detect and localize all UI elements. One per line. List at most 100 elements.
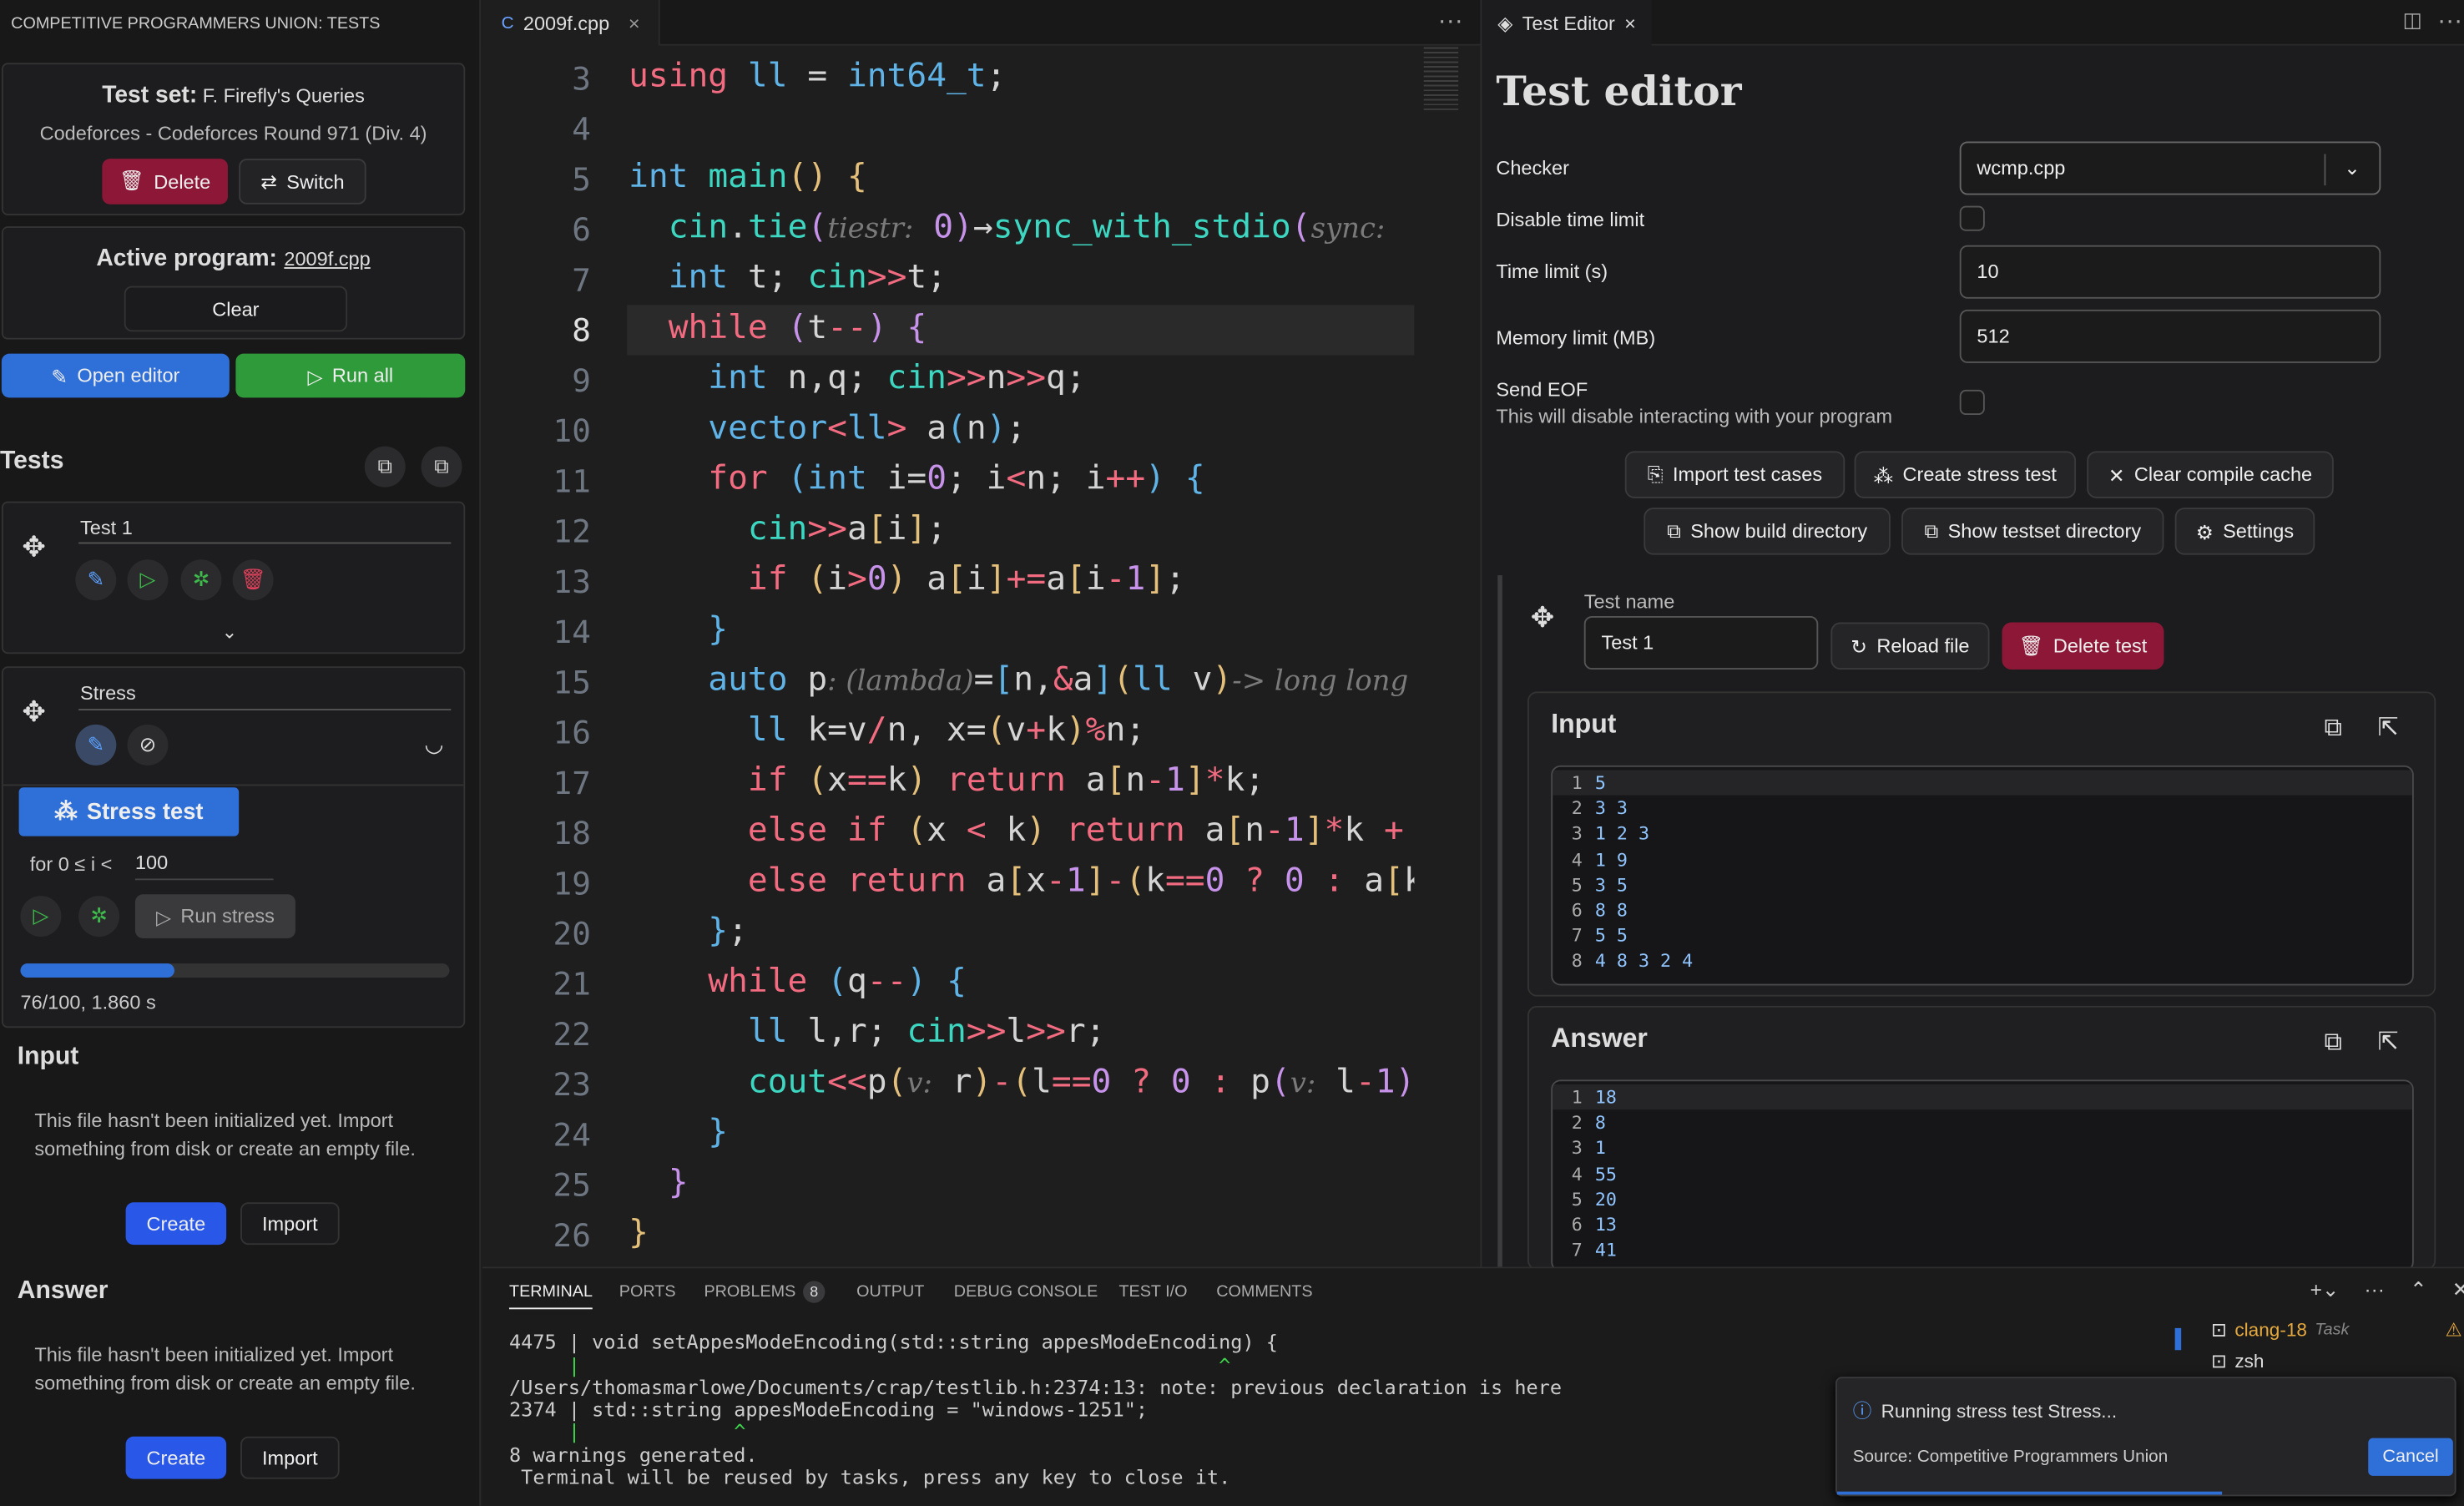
- send-eof-label: Send EOF: [1496, 378, 1588, 402]
- show-testset-label: Show testset directory: [1947, 520, 2142, 543]
- close-icon[interactable]: ×: [1624, 12, 1636, 33]
- show-testset-directory-button[interactable]: ⧉ Show testset directory: [1901, 508, 2164, 555]
- import-answer-button[interactable]: Import: [240, 1436, 340, 1479]
- panel-tab[interactable]: TERMINAL: [508, 1282, 593, 1310]
- send-eof-checkbox[interactable]: [1959, 389, 1985, 416]
- code-line: vector<ll> a(n);: [708, 408, 1027, 447]
- close-icon[interactable]: ×: [629, 12, 640, 33]
- show-build-directory-button[interactable]: ⧉ Show build directory: [1644, 508, 1891, 555]
- open-external-icon[interactable]: ⇱: [2378, 712, 2399, 744]
- copy-icon[interactable]: ⧉: [2325, 715, 2343, 744]
- panel-tab[interactable]: OUTPUT: [856, 1282, 924, 1301]
- maximize-icon[interactable]: ⌃: [2410, 1278, 2427, 1303]
- pencil-icon: ✎: [51, 365, 68, 388]
- run-icon[interactable]: ▷: [20, 896, 62, 937]
- cancel-button[interactable]: Cancel: [2368, 1438, 2453, 1476]
- divider: [2324, 154, 2326, 186]
- more-icon[interactable]: ···: [2364, 1278, 2384, 1303]
- test-1-name[interactable]: Test 1: [80, 517, 133, 538]
- code-line: }: [708, 609, 729, 648]
- loop-count-input[interactable]: 100: [134, 852, 274, 881]
- add-terminal-icon[interactable]: +⌄: [2310, 1278, 2340, 1303]
- input-section: Input ⧉ ⇱ 1523 331 2 341 953 568 875 584…: [1527, 691, 2436, 997]
- chevron-down-icon: ⌄: [2344, 157, 2360, 179]
- open-external-icon[interactable]: ⇱: [2378, 1026, 2399, 1058]
- time-limit-input[interactable]: 10: [1959, 245, 2381, 299]
- panel-tab[interactable]: PROBLEMS: [704, 1282, 795, 1301]
- edit-icon[interactable]: ✎: [75, 559, 117, 601]
- input-content[interactable]: 1523 331 2 341 953 568 875 584 8 3 2 4: [1551, 765, 2414, 986]
- tab-2009f[interactable]: C 2009f.cpp ×: [482, 0, 660, 46]
- session-zsh[interactable]: ⊡ zsh: [2211, 1350, 2265, 1372]
- sidebar: COMPETITIVE PROGRAMMERS UNION: TESTS Tes…: [0, 0, 482, 1506]
- terminal-icon: ⊡: [2210, 1350, 2227, 1372]
- scroll-indicator: [2174, 1327, 2182, 1351]
- clear-compile-cache-button[interactable]: ✕ Clear compile cache: [2087, 451, 2334, 498]
- create-answer-button[interactable]: Create: [125, 1436, 227, 1479]
- create-stress-test-button[interactable]: ⁂ Create stress test: [1854, 451, 2077, 498]
- active-program-label: Active program:: [96, 245, 277, 272]
- collapse-all-icon[interactable]: ⧉: [364, 446, 406, 488]
- active-program-file[interactable]: 2009f.cpp: [284, 248, 370, 270]
- code-line: for (int i=0; i<n; i++) {: [708, 458, 1205, 497]
- answer-title: Answer: [1551, 1023, 1648, 1054]
- answer-section: Answer ⧉ ⇱ 1 18 2 8 3 1 4 55 5 20 6 13 7 41: [1527, 1005, 2436, 1272]
- content-line: 4 1 9: [1572, 848, 1628, 870]
- info-icon: ⓘ: [1852, 1400, 1872, 1423]
- run-icon[interactable]: ▷: [127, 559, 169, 601]
- play-icon: ▷: [307, 365, 323, 388]
- stress-name[interactable]: Stress: [80, 682, 136, 704]
- panel-tab[interactable]: COMMENTS: [1216, 1282, 1312, 1301]
- disable-time-checkbox[interactable]: [1959, 205, 1985, 231]
- warning-icon: ⚠: [2445, 1318, 2462, 1341]
- debug-icon[interactable]: ✲: [78, 896, 120, 937]
- line-number: 3: [1571, 1136, 1583, 1160]
- delete-testset-button[interactable]: 🗑 Delete: [102, 159, 228, 205]
- checker-select[interactable]: wcmp.cpp ⌄: [1959, 141, 2381, 195]
- more-icon[interactable]: ···: [1438, 8, 1463, 36]
- memory-limit-input[interactable]: 512: [1959, 309, 2381, 363]
- drag-handle-icon[interactable]: ✥: [22, 696, 45, 730]
- more-icon[interactable]: ···: [2437, 8, 2462, 36]
- switch-testset-button[interactable]: ⇄ Switch: [239, 159, 366, 205]
- line-number: 1: [1571, 1085, 1583, 1109]
- copy-icon[interactable]: ⧉: [2325, 1029, 2343, 1058]
- reload-file-button[interactable]: ↻ Reload file: [1830, 622, 1990, 670]
- delete-icon[interactable]: 🗑: [232, 559, 274, 601]
- code-line: int main() {: [629, 157, 867, 195]
- terminal-line: | ^: [508, 1353, 1231, 1377]
- import-test-cases-button[interactable]: ⎘ Import test cases: [1624, 451, 1845, 498]
- drag-handle-icon[interactable]: ✥: [22, 531, 45, 564]
- edit-icon[interactable]: ✎: [75, 724, 117, 766]
- expand-all-icon[interactable]: ⧉: [421, 446, 462, 488]
- run-all-button[interactable]: ▷ Run all: [235, 353, 466, 398]
- open-editor-button[interactable]: ✎ Open editor: [1, 353, 230, 398]
- debug-icon[interactable]: ✲: [180, 559, 222, 601]
- session-clang[interactable]: ⊡ clang-18 Task: [2211, 1319, 2349, 1341]
- panel-tab[interactable]: DEBUG CONSOLE: [954, 1282, 1098, 1301]
- gear-icon: ⚙: [2195, 521, 2214, 543]
- panel-tab[interactable]: TEST I/O: [1118, 1282, 1187, 1301]
- ignore-icon[interactable]: ⊘: [127, 724, 169, 766]
- test-name-input[interactable]: Test 1: [1583, 616, 1819, 670]
- delete-test-button[interactable]: 🗑 Delete test: [2002, 622, 2164, 670]
- panel-tab[interactable]: PORTS: [619, 1282, 676, 1301]
- run-stress-button[interactable]: ▷ Run stress: [134, 894, 295, 938]
- stress-test-tab[interactable]: ⁂ Stress test: [18, 787, 240, 836]
- drag-handle-icon[interactable]: ✥: [1531, 602, 1554, 635]
- reload-label: Reload file: [1876, 634, 1970, 657]
- create-input-button[interactable]: Create: [125, 1202, 227, 1246]
- terminal-line: 8 warnings generated.: [508, 1443, 758, 1467]
- chevron-down-icon[interactable]: ⌄: [221, 621, 237, 643]
- line-number: 12: [553, 512, 591, 550]
- code-line: auto p: (lambda)=[n,&a](ll v)-> long lon…: [708, 660, 1409, 698]
- import-input-button[interactable]: Import: [240, 1202, 340, 1246]
- answer-content[interactable]: 1 18 2 8 3 1 4 55 5 20 6 13 7 41: [1551, 1079, 2414, 1272]
- close-icon[interactable]: ✕: [2452, 1278, 2464, 1303]
- content-line: 2 3 3: [1572, 797, 1628, 819]
- split-editor-icon[interactable]: ◫: [2403, 8, 2422, 33]
- settings-button[interactable]: ⚙ Settings: [2174, 508, 2315, 555]
- testset-source: Codeforces - Codeforces Round 971 (Div. …: [39, 122, 427, 145]
- tab-test-editor[interactable]: ◈ Test Editor ×: [1482, 0, 1652, 46]
- clear-program-button[interactable]: Clear: [124, 286, 348, 332]
